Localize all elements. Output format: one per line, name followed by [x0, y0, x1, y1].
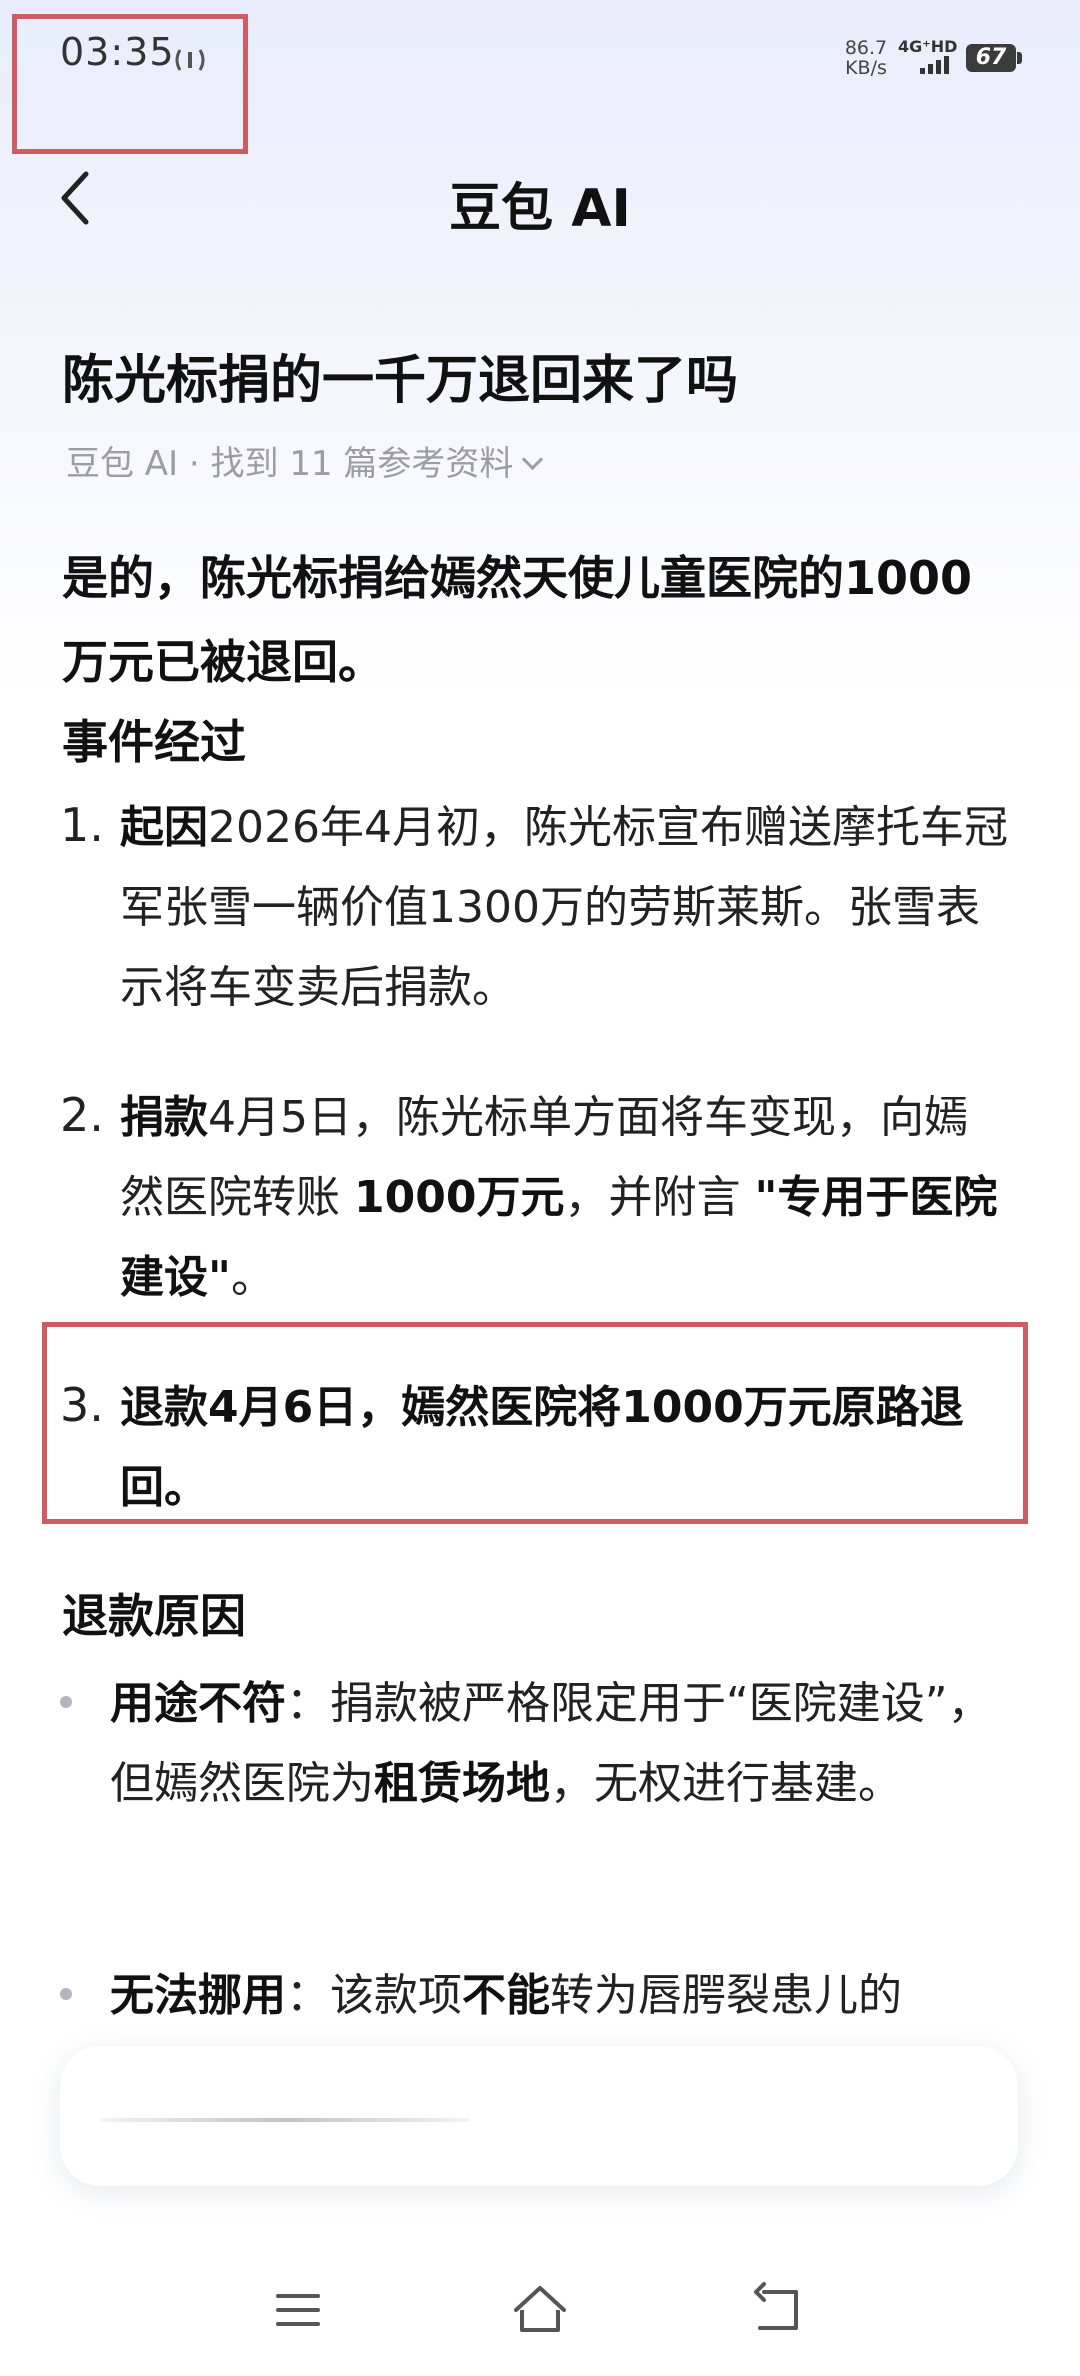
bullet-dot	[60, 1696, 72, 1708]
event-text: 2026年4月初，陈光标宣布赠送摩托车冠军张雪一辆价值1300万的劳斯莱斯。张雪…	[120, 802, 1008, 1013]
bullet-dot	[60, 1988, 72, 2000]
section-heading-events: 事件经过	[62, 715, 246, 769]
reason-text: ，无权进行基建。	[550, 1758, 902, 1809]
network-speed-value: 86.7	[844, 37, 888, 59]
list-number: 2.	[60, 1088, 104, 1142]
reason-title: 用途不符	[110, 1678, 286, 1729]
list-number: 1.	[60, 798, 104, 852]
references-label: 豆包 AI · 找到 11 篇参考资料	[66, 444, 514, 484]
reason-text: 转为唇腭裂患儿的	[550, 1970, 902, 2021]
time-highlight-box	[12, 14, 248, 154]
reason-text: ：该款项	[286, 1970, 462, 2021]
event-text: 。	[230, 1252, 275, 1303]
back-icon[interactable]	[750, 2280, 810, 2340]
network-speed-unit: KB/s	[845, 57, 887, 79]
event-text: ，并附言	[564, 1172, 755, 1223]
reason-item-mismatch: 用途不符：捐款被严格限定用于“医院建设”，但嫣然医院为租赁场地，无权进行基建。	[110, 1664, 1010, 1824]
references-toggle[interactable]: 豆包 AI · 找到 11 篇参考资料	[66, 436, 544, 485]
page-title: 豆包 AI	[449, 179, 631, 239]
user-question: 陈光标捐的一千万退回来了吗	[62, 351, 739, 411]
battery-icon: 67	[966, 44, 1016, 72]
answer-summary: 是的，陈光标捐给嫣然天使儿童医院的1000万元已被退回。	[62, 551, 973, 689]
home-icon[interactable]	[510, 2280, 570, 2340]
chevron-down-icon	[522, 448, 544, 471]
battery-tip	[1017, 52, 1022, 64]
event-amount: 1000万元	[354, 1172, 565, 1223]
menu-icon[interactable]	[268, 2280, 328, 2340]
network-type: 4G⁺HD	[898, 37, 958, 56]
message-input[interactable]	[60, 2046, 1018, 2186]
reason-emphasis: 不能	[462, 1970, 550, 2021]
section-heading-reasons: 退款原因	[62, 1589, 246, 1643]
event-title: 起因	[120, 802, 208, 853]
reason-item-no-diversion: 无法挪用：该款项不能转为唇腭裂患儿的	[110, 1956, 1010, 2026]
input-placeholder-blur	[100, 2118, 470, 2122]
reason-title: 无法挪用	[110, 1970, 286, 2021]
event-item-donation: 捐款4月5日，陈光标单方面将车变现，向嫣然医院转账 1000万元，并附言 "专用…	[120, 1078, 1010, 1318]
refund-highlight-box	[42, 1322, 1028, 1524]
cell-signal-icon	[920, 56, 949, 74]
event-item-cause: 起因2026年4月初，陈光标宣布赠送摩托车冠军张雪一辆价值1300万的劳斯莱斯。…	[120, 788, 1010, 1028]
network-speed: 86.7 KB/s	[838, 38, 894, 78]
event-title: 捐款	[120, 1092, 208, 1143]
reason-emphasis: 租赁场地	[374, 1758, 550, 1809]
